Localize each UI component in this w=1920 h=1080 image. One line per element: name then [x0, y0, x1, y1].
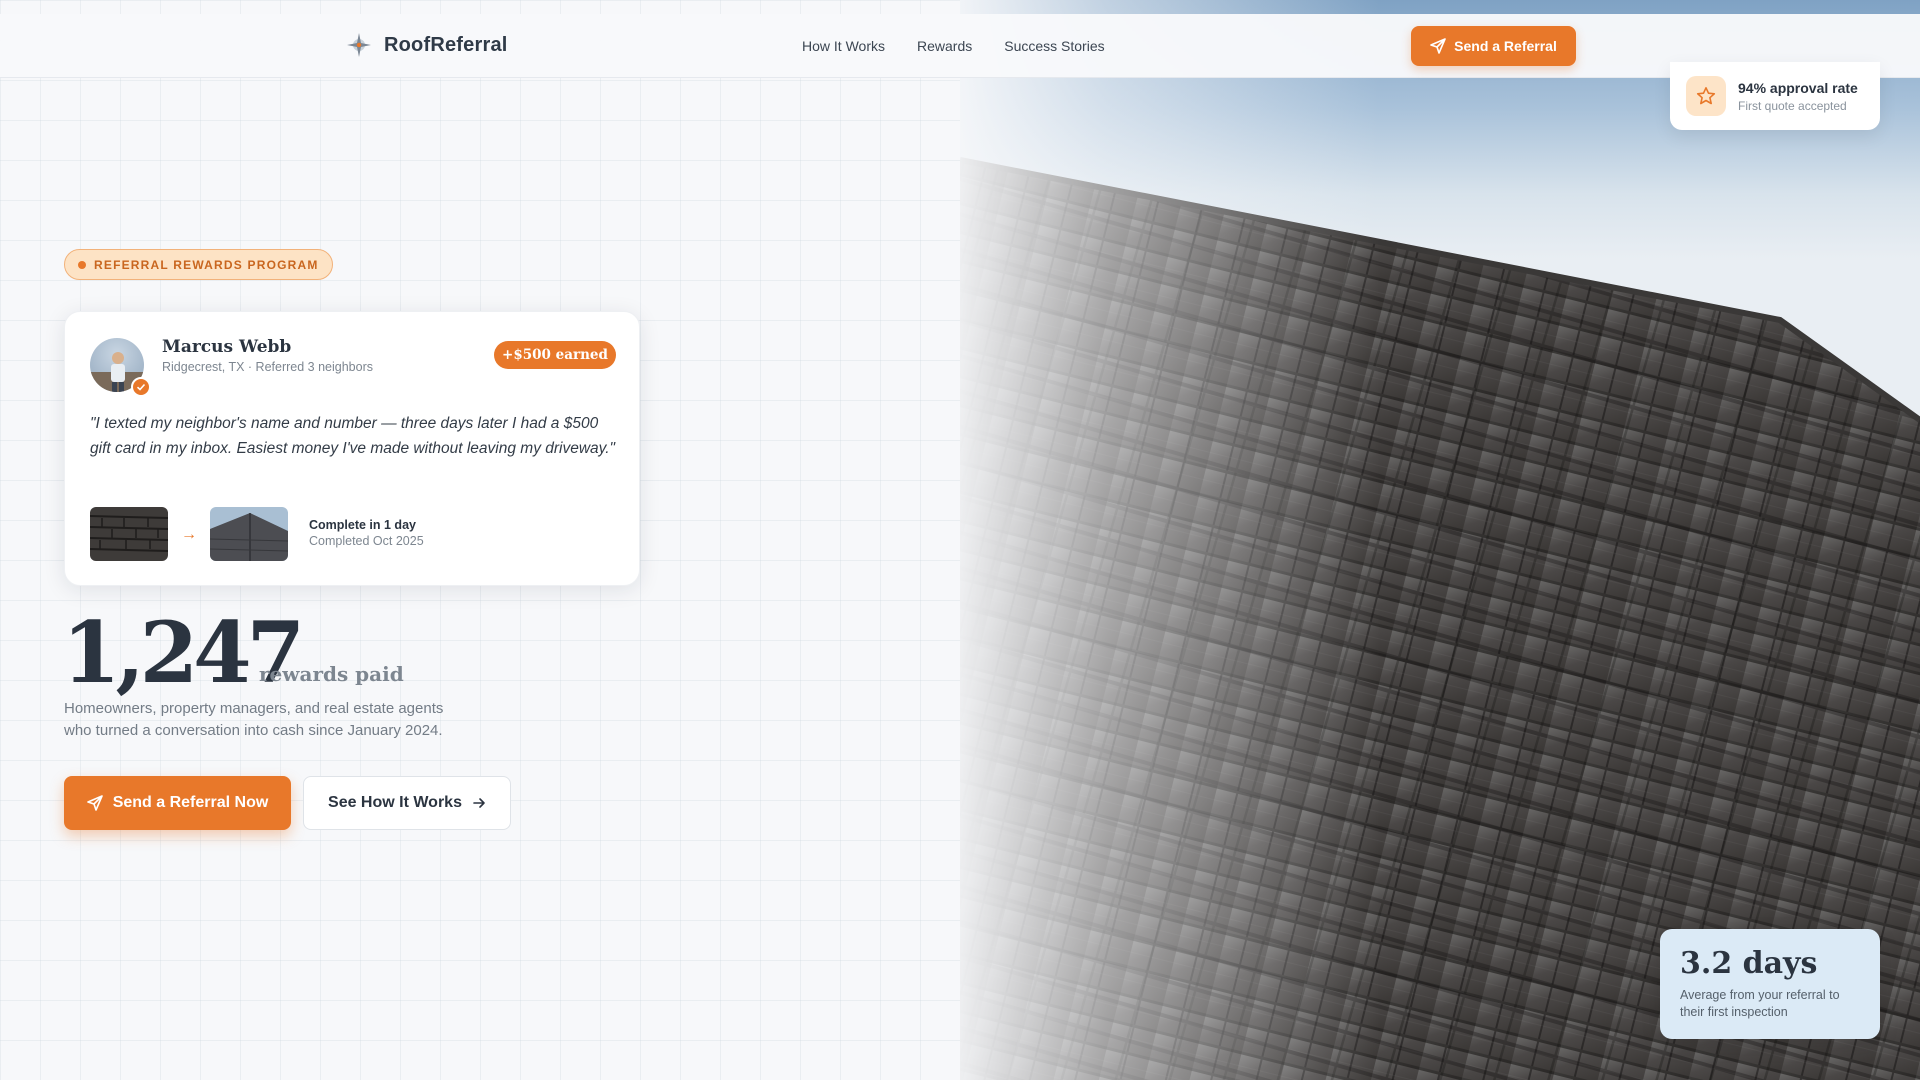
average-days-description: Average from your referral to their firs…	[1680, 988, 1840, 1019]
see-how-it-works-button[interactable]: See How It Works	[303, 776, 511, 830]
send-referral-now-button[interactable]: Send a Referral Now	[64, 776, 291, 830]
navbar: RoofReferral How It Works Rewards Succes…	[0, 14, 1920, 78]
brand-logo[interactable]: RoofReferral	[346, 32, 508, 58]
paper-plane-icon	[1430, 38, 1446, 54]
nav-link-how-it-works[interactable]: How It Works	[802, 38, 885, 54]
brand-name: RoofReferral	[384, 33, 508, 56]
nav-link-success-stories[interactable]: Success Stories	[1004, 38, 1104, 54]
rewards-count-suffix: rewards paid	[259, 662, 404, 686]
approval-subtitle: First quote accepted	[1738, 98, 1847, 113]
check-icon	[136, 383, 146, 391]
nav-links: How It Works Rewards Success Stories	[802, 38, 1105, 54]
completion-title: Complete in 1 day	[309, 518, 416, 532]
testimonial-name: Marcus Webb	[162, 337, 292, 357]
completion-date: Completed Oct 2025	[309, 534, 424, 548]
send-referral-button[interactable]: Send a Referral	[1411, 26, 1576, 66]
star-badge	[1686, 76, 1726, 116]
average-days-value: 3.2 days	[1680, 946, 1818, 981]
see-how-it-works-label: See How It Works	[328, 794, 462, 811]
approval-text: 94% approval rate First quote accepted	[1738, 80, 1858, 113]
program-badge: REFERRAL REWARDS PROGRAM	[64, 249, 333, 280]
badge-dot-icon	[78, 260, 86, 269]
approval-title: 94% approval rate	[1738, 79, 1858, 96]
approval-rate-card: 94% approval rate First quote accepted	[1670, 62, 1880, 130]
testimonial-meta: Ridgecrest, TX · Referred 3 neighbors	[162, 360, 373, 374]
star-icon	[1696, 87, 1716, 105]
rewards-description: Homeowners, property managers, and real …	[64, 700, 444, 739]
paper-plane-icon	[86, 795, 103, 811]
send-referral-label: Send a Referral	[1454, 38, 1557, 54]
earned-badge: +$500 earned	[494, 341, 616, 369]
roof-hero-image	[960, 0, 1920, 1080]
program-badge-label: REFERRAL REWARDS PROGRAM	[94, 257, 319, 272]
testimonial-card: Marcus Webb Ridgecrest, TX · Referred 3 …	[64, 311, 640, 586]
average-time-card: 3.2 days Average from your referral to t…	[1660, 929, 1880, 1039]
verified-badge	[131, 377, 151, 397]
after-roof-image	[210, 507, 288, 561]
before-roof-image	[90, 507, 168, 561]
nav-link-rewards[interactable]: Rewards	[917, 38, 972, 54]
after-roof-thumbnail	[210, 507, 288, 561]
send-referral-now-label: Send a Referral Now	[112, 794, 269, 811]
before-roof-thumbnail	[90, 507, 168, 561]
arrow-right-icon: →	[181, 526, 197, 543]
hero-fade-overlay	[960, 0, 1380, 1080]
testimonial-quote: "I texted my neighbor's name and number …	[90, 415, 616, 457]
compass-logo-icon	[347, 33, 371, 57]
arrow-right-icon	[473, 798, 485, 808]
